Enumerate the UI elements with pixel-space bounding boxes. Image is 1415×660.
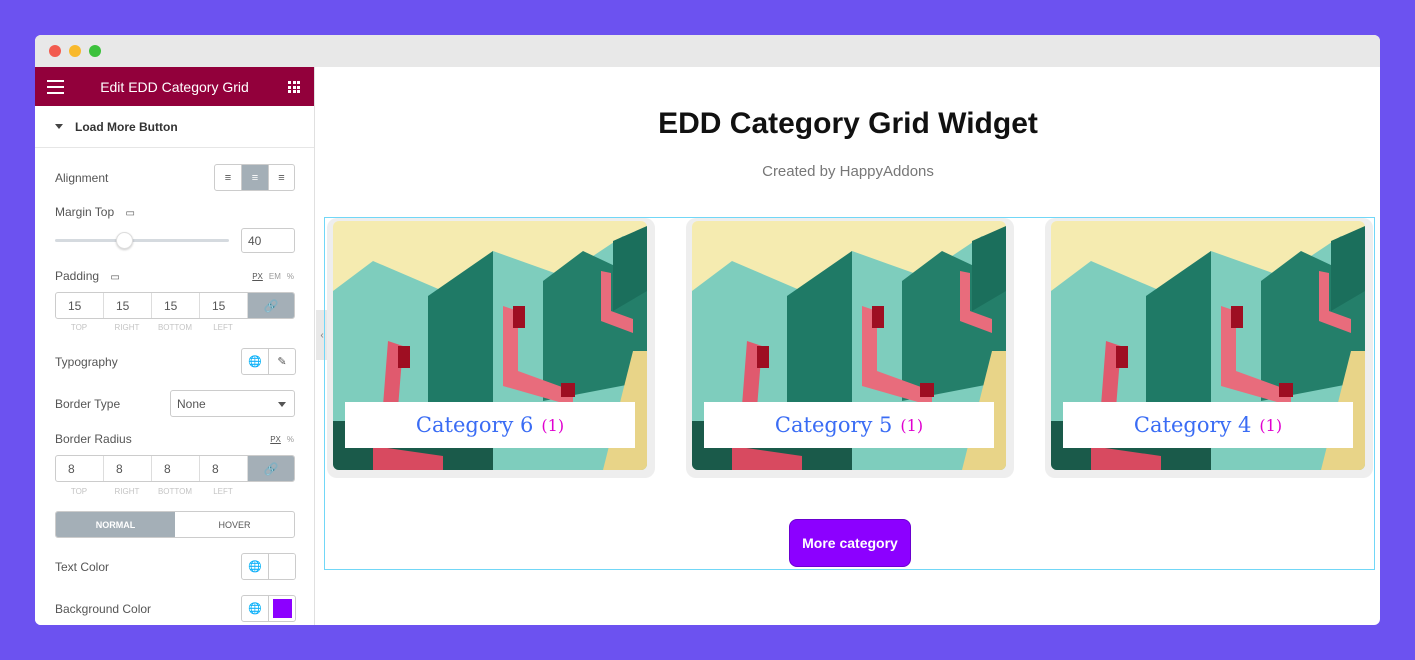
desktop-icon[interactable]: ▭ [126,208,135,219]
tab-hover[interactable]: HOVER [175,512,294,537]
globe-icon[interactable]: 🌐 [242,349,269,374]
desktop-icon[interactable]: ▭ [110,272,119,283]
page-title: EDD Category Grid Widget [658,107,1038,140]
padding-left-input[interactable]: 15 [200,293,248,318]
padding-top-input[interactable]: 15 [56,293,104,318]
category-count: (1) [541,415,565,435]
margin-top-input[interactable]: 40 [241,228,295,253]
browser-window: Edit EDD Category Grid Load More Button … [35,35,1380,625]
dim-label: RIGHT [114,323,140,332]
radius-right-input[interactable]: 8 [104,456,152,481]
panel-title: Edit EDD Category Grid [100,78,249,95]
unit-px[interactable]: PX [270,435,281,444]
radius-bottom-input[interactable]: 8 [152,456,200,481]
radius-left-input[interactable]: 8 [200,456,248,481]
dim-label: LEFT [213,323,233,332]
margin-top-slider[interactable] [55,239,229,242]
border-type-value: None [177,397,206,411]
caret-down-icon [55,124,63,129]
category-count: (1) [900,415,924,435]
background-color-swatch-cell[interactable] [269,596,295,621]
padding-text: Padding [55,269,100,283]
align-center-icon[interactable]: ≡ [242,165,269,190]
unit-percent[interactable]: % [287,272,294,281]
minimize-window-button[interactable] [69,45,81,57]
category-label[interactable]: Category 4 (1) [1063,402,1353,448]
close-window-button[interactable] [49,45,61,57]
padding-inputs: 15 15 15 15 🔗 [55,292,295,319]
align-right-icon[interactable]: ≡ [269,165,294,190]
link-values-icon[interactable]: 🔗 [248,293,294,318]
panel-header: Edit EDD Category Grid [35,67,314,106]
unit-em[interactable]: EM [269,272,281,281]
tab-normal[interactable]: NORMAL [56,512,175,537]
slider-handle[interactable] [116,232,133,249]
background-color-swatch [272,599,292,618]
category-count: (1) [1259,415,1283,435]
widgets-grid-icon[interactable] [288,81,300,93]
background-color-control: 🌐 [241,595,296,622]
padding-units: PX EM% [246,272,294,281]
more-category-button[interactable]: More category [789,519,911,567]
typography-label: Typography [55,355,118,369]
category-card[interactable]: Category 6 (1) [327,218,655,478]
alignment-label: Alignment [55,171,109,185]
globe-icon[interactable]: 🌐 [242,554,269,579]
radius-dim-labels: TOP RIGHT BOTTOM LEFT [55,487,247,496]
category-name[interactable]: Category 5 [775,413,892,437]
background-color-label: Background Color [55,602,152,616]
link-values-icon[interactable]: 🔗 [248,456,294,481]
globe-icon[interactable]: 🌐 [242,596,269,621]
padding-right-input[interactable]: 15 [104,293,152,318]
dim-label: TOP [70,487,88,496]
pencil-icon[interactable]: ✎ [269,349,295,374]
padding-bottom-input[interactable]: 15 [152,293,200,318]
maximize-window-button[interactable] [89,45,101,57]
editor-panel: Edit EDD Category Grid Load More Button … [35,67,315,625]
radius-inputs: 8 8 8 8 🔗 [55,455,295,482]
category-card[interactable]: Category 4 (1) [1045,218,1373,478]
text-color-label: Text Color [55,560,110,574]
dim-label: TOP [70,323,88,332]
hamburger-menu-icon[interactable] [47,80,64,98]
state-tabs: NORMAL HOVER [55,511,295,538]
radius-units: PX% [264,435,294,444]
align-left-icon[interactable]: ≡ [215,165,242,190]
dim-label: LEFT [213,487,233,496]
unit-percent[interactable]: % [287,435,294,444]
section-title: Load More Button [75,119,178,134]
margin-top-label: Margin Top ▭ [55,205,135,219]
chevron-down-icon [278,402,286,407]
preview-canvas: EDD Category Grid Widget Created by Happ… [316,67,1380,625]
dim-label: BOTTOM [157,323,193,332]
typography-control: 🌐 ✎ [241,348,296,375]
dim-label: BOTTOM [157,487,193,496]
padding-dim-labels: TOP RIGHT BOTTOM LEFT [55,323,247,332]
title-bar [35,35,1380,67]
category-name[interactable]: Category 6 [416,413,533,437]
border-type-select[interactable]: None [170,390,295,417]
page-subtitle: Created by HappyAddons [762,163,934,180]
unit-px[interactable]: PX [252,272,263,281]
dim-label: RIGHT [114,487,140,496]
margin-top-text: Margin Top [55,205,115,219]
radius-top-input[interactable]: 8 [56,456,104,481]
text-color-swatch[interactable] [269,554,295,579]
category-label[interactable]: Category 5 (1) [704,402,994,448]
alignment-control: ≡ ≡ ≡ [214,164,295,191]
border-type-label: Border Type [55,397,121,411]
border-radius-label: Border Radius [55,432,132,446]
section-load-more-button[interactable]: Load More Button [35,106,314,148]
category-card[interactable]: Category 5 (1) [686,218,1014,478]
category-name[interactable]: Category 4 [1134,413,1251,437]
text-color-control: 🌐 [241,553,296,580]
category-grid-widget: Category 6 (1) Category 5 (1) Category 4 (1… [324,217,1375,570]
padding-label: Padding ▭ [55,269,120,283]
category-label[interactable]: Category 6 (1) [345,402,635,448]
